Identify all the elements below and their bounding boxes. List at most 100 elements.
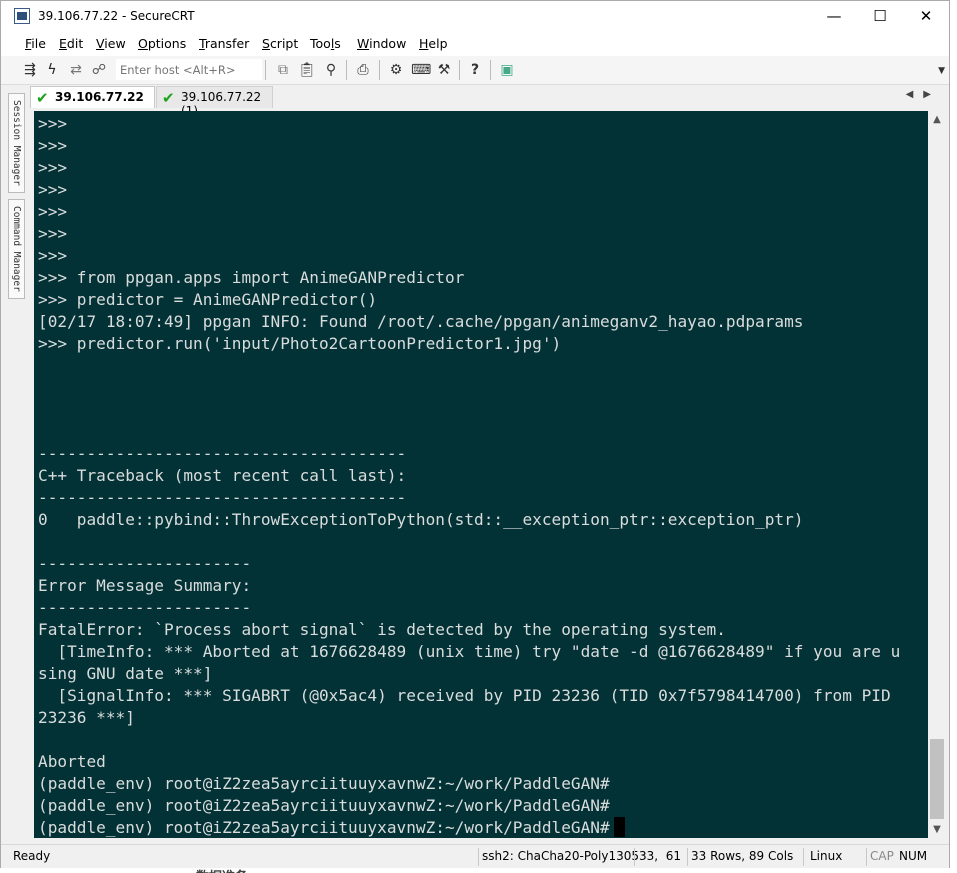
terminal-line: [SignalInfo: *** SIGABRT (@0x5ac4) recei… [38,686,891,705]
terminal-line: >>> [38,180,68,199]
menu-tools[interactable]: Tools [310,36,341,51]
keymap-icon[interactable]: ⌨ [411,61,431,79]
terminal-line: (paddle_env) root@iZ2zea5ayrciituuyxavnw… [38,774,610,793]
toolbar-overflow-icon[interactable]: ▼ [938,66,945,76]
status-separator [866,848,867,866]
status-terminal-size: 33 Rows, 89 Cols [691,849,794,863]
terminal-line: [TimeInfo: *** Aborted at 1676628489 (un… [38,642,901,661]
terminal-line: >>> predictor.run('input/Photo2CartoonPr… [38,334,562,353]
status-ready: Ready [13,849,51,863]
terminal-line: >>> from ppgan.apps import AnimeGANPredi… [38,268,465,287]
terminal-output[interactable]: >>> >>> >>> >>> >>> >>> >>> >>> from ppgan.apps… [34,111,928,838]
securecrt-app-icon[interactable] [14,8,30,24]
background-text: 数据准备 [196,866,248,873]
scroll-thumb[interactable] [930,739,944,819]
title-bar[interactable]: 39.106.77.22 - SecureCRT — ☐ ✕ [1,1,949,32]
session-tab-bar: ✔ 39.106.77.22 ✕ ✔ 39.106.77.22 (1) ◀▶ [30,85,949,118]
session-manager-tab[interactable]: Session Manager [8,93,25,193]
terminal-line: 23236 ***] [38,708,135,727]
sftp-icon[interactable]: ⚒ [435,61,453,79]
help-icon[interactable]: ? [466,61,484,79]
tab-label: 39.106.77.22 [55,90,144,104]
window-title: 39.106.77.22 - SecureCRT [38,9,195,23]
settings-icon[interactable]: ⚙ [387,61,405,79]
terminal-line: -------------------------------------- [38,488,407,507]
status-separator [687,848,688,866]
side-panel: Session Manager Command Manager [1,85,30,843]
host-input[interactable] [116,59,262,80]
connected-check-icon: ✔ [36,89,49,107]
tab-session-inactive[interactable]: ✔ 39.106.77.22 (1) [156,86,273,118]
status-separator [478,848,479,866]
connected-check-icon: ✔ [162,89,175,107]
terminal-line: >>> [38,136,68,155]
connect-icon[interactable]: ⇶ [21,61,39,79]
terminal-line: ---------------------- [38,554,252,573]
minimize-button[interactable]: — [811,1,857,32]
scriptlog-icon[interactable]: ▣ [498,61,516,79]
terminal-line: sing GNU date ***] [38,664,213,683]
copy-icon[interactable]: ⧉ [274,61,292,79]
tab-scroll-arrows-icon[interactable]: ◀▶ [906,89,941,100]
menu-view[interactable]: View [96,36,126,51]
menu-help[interactable]: Help [419,36,448,51]
reconnect-icon[interactable]: ⇄ [67,61,85,79]
terminal-line: >>> [38,246,68,265]
command-manager-tab[interactable]: Command Manager [8,199,25,299]
paste-icon[interactable]: 📋︎ [298,61,316,79]
terminal-line: FatalError: `Process abort signal` is de… [38,620,726,639]
menu-file[interactable]: File [25,36,46,51]
terminal-line: >>> [38,158,68,177]
scroll-down-icon[interactable]: ▼ [928,821,946,838]
terminal-line: Error Message Summary: [38,576,252,595]
toolbar: ⇶ ϟ ⇄ ☍ ⧉ 📋︎ ⚲ ⎙ ⚙ ⌨ ⚒ ? ▣ ▼ [1,56,949,85]
find-icon[interactable]: ⚲ [322,61,340,79]
status-os: Linux [810,849,843,863]
menu-options[interactable]: Options [138,36,186,51]
toolbar-separator [265,60,266,80]
menu-window[interactable]: Window [357,36,406,51]
status-num-lock: NUM [899,849,928,863]
status-cursor-position: 33, 61 [639,849,681,863]
terminal-line: -------------------------------------- [38,444,407,463]
menu-bar: File Edit View Options Transfer Script Tools Wi… [1,32,949,56]
close-button[interactable]: ✕ [903,1,949,32]
print-icon[interactable]: ⎙ [354,61,372,79]
terminal-line: >>> [38,114,68,133]
terminal-line: >>> [38,202,68,221]
toolbar-separator [379,60,380,80]
terminal-line: Aborted [38,752,106,771]
terminal-line: >>> predictor = AnimeGANPredictor() [38,290,378,309]
terminal-line: (paddle_env) root@iZ2zea5ayrciituuyxavnw… [38,796,610,815]
terminal-line: [02/17 18:07:49] ppgan INFO: Found /root… [38,312,804,331]
securecrt-window: 39.106.77.22 - SecureCRT — ☐ ✕ File Edit V… [0,0,950,868]
scroll-up-icon[interactable]: ▲ [928,111,946,128]
maximize-button[interactable]: ☐ [857,1,903,32]
status-bar: Ready ssh2: ChaCha20-Poly1305 33, 61 33 … [1,844,949,868]
terminal-line: >>> [38,224,68,243]
terminal-scrollbar[interactable]: ▲ ▼ [928,111,946,838]
toolbar-separator [490,60,491,80]
status-cipher: ssh2: ChaCha20-Poly1305 [482,849,640,863]
menu-edit[interactable]: Edit [59,36,83,51]
status-separator [803,848,804,866]
tab-session-active[interactable]: ✔ 39.106.77.22 ✕ [30,86,168,108]
status-caps-lock: CAP [870,849,894,863]
status-separator [634,848,635,866]
toolbar-separator [459,60,460,80]
terminal-line: C++ Traceback (most recent call last): [38,466,407,485]
menu-script[interactable]: Script [262,36,298,51]
terminal-line: ---------------------- [38,598,252,617]
terminal-line: (paddle_env) root@iZ2zea5ayrciituuyxavnw… [38,817,928,838]
terminal-cursor [613,817,625,837]
disconnect-icon[interactable]: ☍ [90,61,108,79]
menu-transfer[interactable]: Transfer [199,36,249,51]
quick-connect-icon[interactable]: ϟ [43,61,61,79]
terminal-line: 0 paddle::pybind::ThrowExceptionToPython… [38,510,804,529]
